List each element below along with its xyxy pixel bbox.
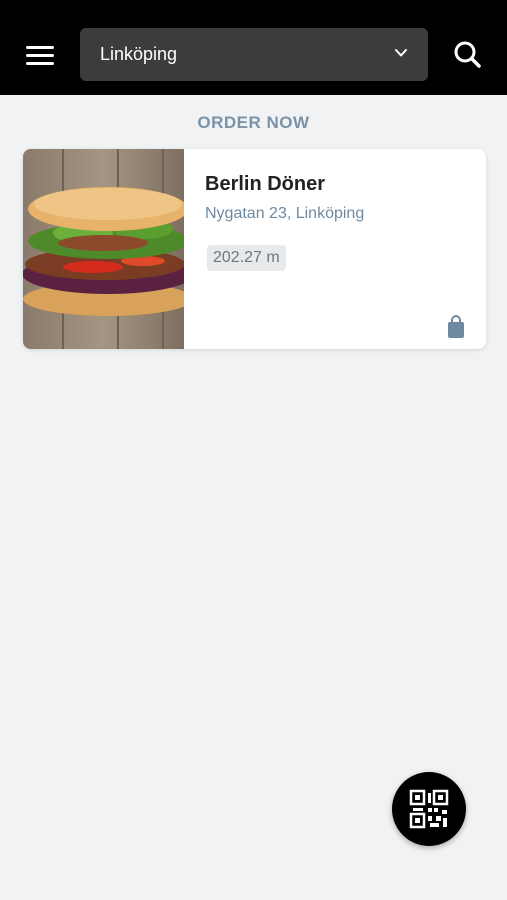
search-icon [454,41,481,68]
restaurant-image [23,149,194,349]
hamburger-menu-icon-bar [26,62,54,65]
restaurant-name: Berlin Döner [205,173,326,195]
distance-badge: 202.27 m [207,245,286,271]
search-button[interactable] [449,36,487,74]
chevron-down-icon [395,49,407,57]
city-dropdown[interactable]: Linköping [80,28,428,81]
menu-button[interactable] [20,38,60,72]
qr-code-icon [409,789,449,829]
hamburger-menu-icon-bar [26,54,54,57]
restaurant-card[interactable]: Berlin Döner Nygatan 23, Linköping 202.2… [23,149,486,349]
top-app-bar: Linköping [0,0,507,95]
qr-scan-button[interactable] [392,772,466,846]
city-dropdown-value: Linköping [100,44,178,64]
section-title: ORDER NOW [197,113,310,132]
restaurant-address: Nygatan 23, Linköping [205,205,365,222]
doner-sandwich-image [23,149,194,349]
hamburger-menu-icon [26,46,54,49]
shopping-bag-icon[interactable] [446,315,466,339]
